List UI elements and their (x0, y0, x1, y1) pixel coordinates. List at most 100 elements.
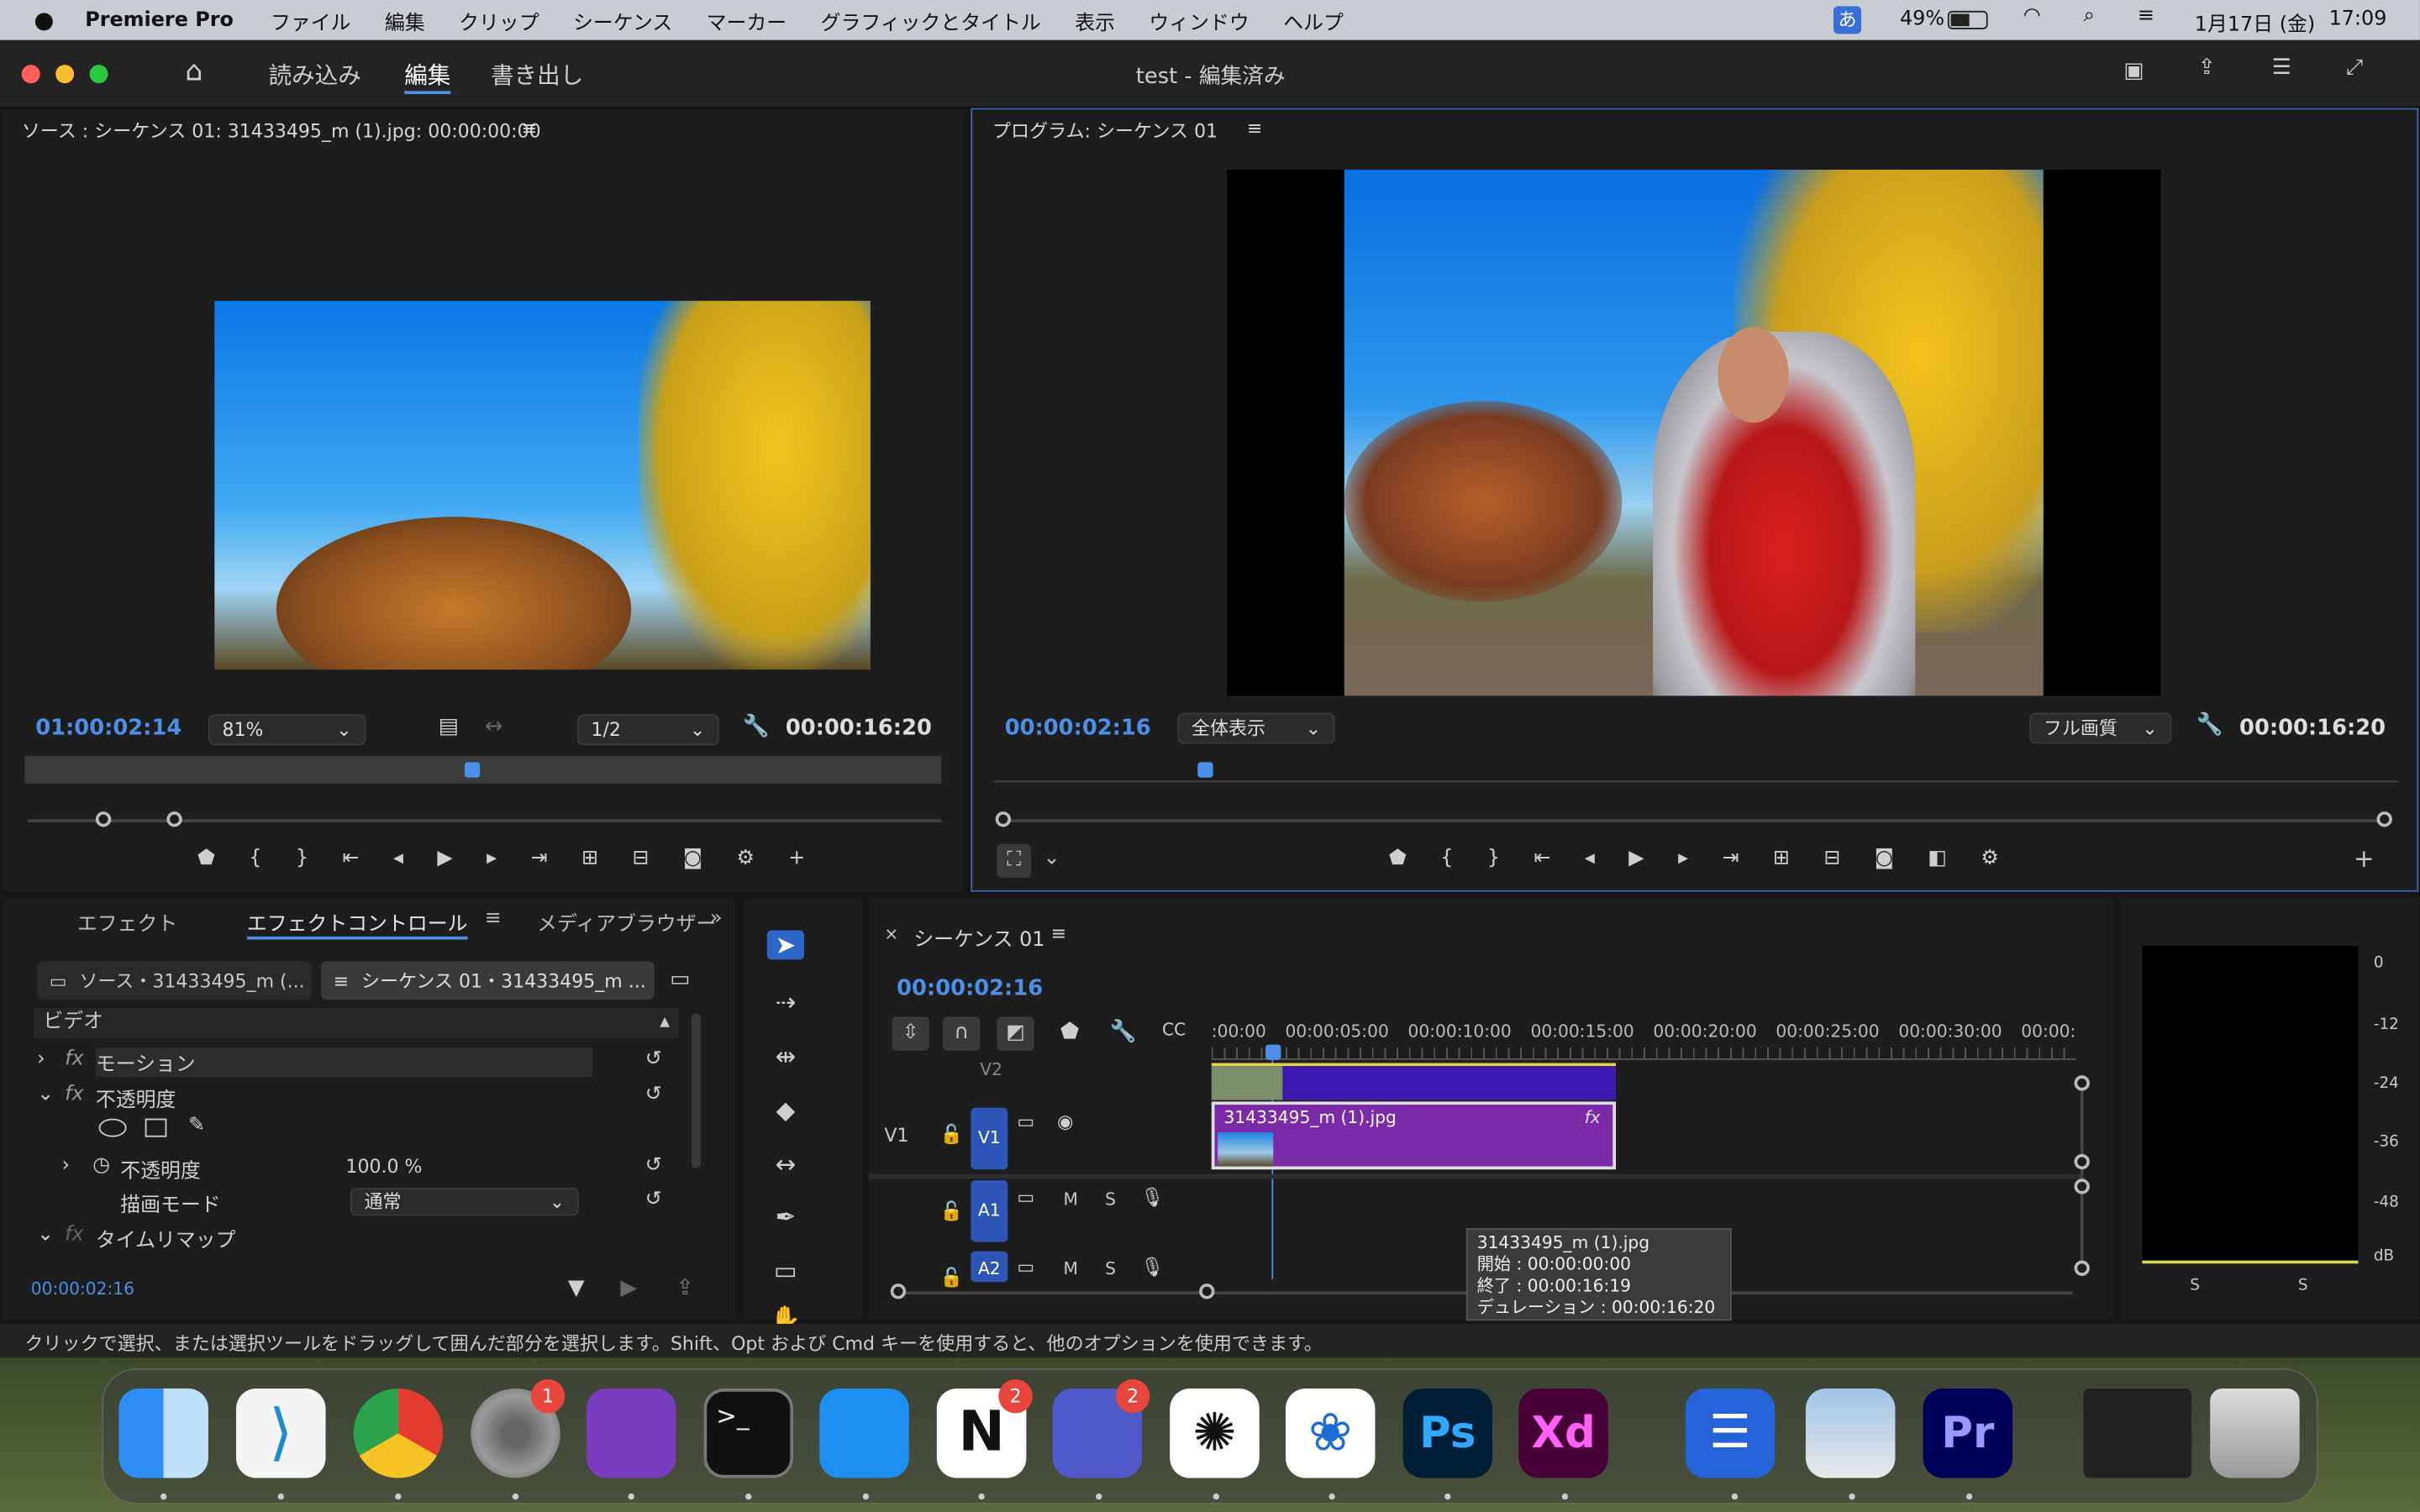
reset-icon[interactable]: ↺ (645, 1083, 662, 1106)
chevron-down-icon[interactable]: ⌄ (1044, 847, 1060, 870)
lock-icon[interactable]: 🔓 (940, 1200, 963, 1222)
solo-button[interactable]: S (1105, 1189, 1116, 1210)
fx-icon[interactable]: fx (65, 1224, 84, 1247)
export-icon[interactable]: ⇪ (676, 1276, 694, 1300)
blend-mode-dropdown[interactable]: 通常 ⌄ (350, 1188, 579, 1216)
pen-tool-icon[interactable]: ✒ (767, 1202, 804, 1231)
minimize-button[interactable] (55, 65, 75, 84)
rectangle-tool-icon[interactable]: ▭ (767, 1256, 804, 1285)
tab-effect-controls[interactable]: エフェクトコントロール (246, 907, 468, 940)
reset-icon[interactable]: ↺ (645, 1188, 662, 1211)
text-editor-icon[interactable]: ☰ (1685, 1389, 1776, 1478)
v2-clip[interactable] (1211, 1066, 1617, 1100)
docker-icon[interactable] (819, 1389, 909, 1478)
workspace-edit[interactable]: 編集 (404, 59, 451, 95)
source-resolution-dropdown[interactable]: 1/2 ⌄ (576, 714, 719, 746)
expand-arrow-icon[interactable]: › (61, 1154, 70, 1178)
fx-icon[interactable]: fx (65, 1083, 84, 1106)
lift-icon[interactable]: ⊞ (1773, 847, 1790, 870)
close-button[interactable] (21, 65, 40, 84)
workspace-import[interactable]: 読み込み (269, 59, 361, 92)
step-forward-icon[interactable]: ▸ (1678, 847, 1688, 870)
add-marker-icon[interactable]: ⬟ (197, 847, 215, 870)
reset-icon[interactable]: ↺ (645, 1047, 662, 1071)
camera-icon[interactable]: ◙ (683, 847, 702, 870)
program-quality-dropdown[interactable]: フル画質 ⌄ (2029, 712, 2172, 744)
zoom-handle-left[interactable] (995, 811, 1012, 827)
add-marker-icon[interactable]: ⬟ (1389, 847, 1407, 870)
step-back-icon[interactable]: ◂ (1585, 847, 1595, 870)
pen-mask-icon[interactable]: ✎ (188, 1114, 205, 1137)
settings-icon[interactable]: ⚙ (1981, 847, 1998, 870)
step-back-icon[interactable]: ◂ (393, 847, 403, 870)
menubar-time[interactable]: 17:09 (2329, 8, 2387, 31)
slip-tool-icon[interactable]: ↔ (767, 1149, 804, 1179)
program-zoom-bar[interactable] (1002, 819, 2390, 822)
solo-button[interactable]: S (1105, 1259, 1116, 1279)
safe-margins-icon[interactable]: ⛶ (997, 843, 1031, 879)
zoom-handle-right[interactable] (2376, 811, 2392, 827)
export-frame-icon[interactable]: ▤ (439, 714, 459, 738)
menu-file[interactable]: ファイル (271, 5, 351, 35)
chatgpt-icon[interactable]: ✺ (1170, 1389, 1260, 1478)
source-clip-tab[interactable]: ▭ ソース・31433495_m (... (37, 961, 313, 1000)
rectangle-mask-icon[interactable] (145, 1118, 167, 1137)
effect-motion[interactable]: モーション (95, 1047, 593, 1078)
effect-opacity[interactable]: 不透明度 (96, 1083, 176, 1113)
menu-help[interactable]: ヘルプ (1283, 5, 1344, 35)
source-zoom-bar[interactable] (28, 819, 942, 822)
razor-tool-icon[interactable]: ◆ (767, 1095, 804, 1125)
photoshop-icon[interactable]: Ps (1402, 1389, 1493, 1478)
solo-channel-button[interactable]: S (2298, 1278, 2308, 1294)
mark-in-icon[interactable]: { (249, 847, 261, 870)
go-to-out-icon[interactable]: ⇥ (531, 847, 548, 870)
drag-icon[interactable]: ↔ (485, 714, 503, 738)
add-button-icon[interactable]: + (2354, 844, 2375, 874)
reset-icon[interactable]: ↺ (645, 1154, 662, 1178)
tab-media-browser[interactable]: メディアブラウザー (537, 907, 716, 937)
timeline-playhead[interactable] (1265, 1044, 1281, 1060)
filter-icon[interactable]: ▼ (568, 1276, 585, 1300)
go-to-in-icon[interactable]: ⇤ (1534, 847, 1550, 870)
menu-view[interactable]: 表示 (1075, 5, 1115, 35)
menu-marker[interactable]: マーカー (707, 5, 787, 35)
step-forward-icon[interactable]: ▸ (487, 847, 497, 870)
menu-window[interactable]: ウィンドウ (1149, 5, 1249, 35)
menu-clip[interactable]: クリップ (459, 5, 539, 35)
collapse-arrow-icon[interactable]: ⌄ (37, 1083, 54, 1106)
mark-out-icon[interactable]: } (1487, 847, 1500, 870)
recent-window-icon[interactable] (2083, 1389, 2192, 1478)
zoom-button[interactable] (89, 65, 108, 84)
go-to-out-icon[interactable]: ⇥ (1722, 847, 1739, 870)
zoom-handle-right[interactable] (166, 811, 182, 827)
selection-tool-icon[interactable]: ➤ (766, 930, 804, 960)
track-label-v1[interactable]: V1 (971, 1107, 1008, 1170)
effect-time-remap[interactable]: タイムリマップ (96, 1224, 236, 1253)
opacity-value[interactable]: 100.0 % (345, 1156, 422, 1178)
expand-arrow-icon[interactable]: › (37, 1047, 45, 1071)
effects-timecode[interactable]: 00:00:02:16 (31, 1279, 134, 1299)
play-audio-icon[interactable]: ▶ (620, 1276, 637, 1300)
panel-menu-icon[interactable]: ≡ (485, 907, 502, 931)
notchmeister-icon[interactable]: ❀ (1285, 1389, 1376, 1478)
quick-export-icon[interactable]: ▣ (2123, 59, 2144, 83)
stopwatch-icon[interactable]: ◷ (92, 1154, 110, 1178)
finder-icon[interactable] (118, 1389, 208, 1478)
lock-icon[interactable]: 🔓 (940, 1123, 963, 1145)
linked-selection-icon[interactable]: ◩ (997, 1016, 1034, 1051)
zoom-handle-left[interactable] (890, 1284, 907, 1299)
wifi-icon[interactable]: ◠ (2023, 5, 2041, 29)
microphone-icon[interactable]: 🎙 (1140, 1256, 1164, 1278)
track-target-v1[interactable]: V1 (884, 1125, 908, 1147)
microphone-icon[interactable]: 🎙 (1140, 1186, 1164, 1208)
comparison-icon[interactable]: ◧ (1928, 847, 1947, 870)
program-playhead[interactable] (1197, 762, 1213, 778)
snap-icon[interactable]: ∩ (943, 1016, 981, 1051)
captions-icon[interactable]: CC (1162, 1020, 1186, 1040)
add-marker-icon[interactable]: ⬟ (1060, 1020, 1079, 1044)
adobe-xd-icon[interactable]: Xd (1518, 1389, 1608, 1478)
extract-icon[interactable]: ⊟ (1823, 847, 1840, 870)
tab-effects[interactable]: エフェクト (77, 907, 177, 937)
control-center-icon[interactable]: ≡ (2138, 5, 2154, 29)
mark-out-icon[interactable]: } (296, 847, 308, 870)
